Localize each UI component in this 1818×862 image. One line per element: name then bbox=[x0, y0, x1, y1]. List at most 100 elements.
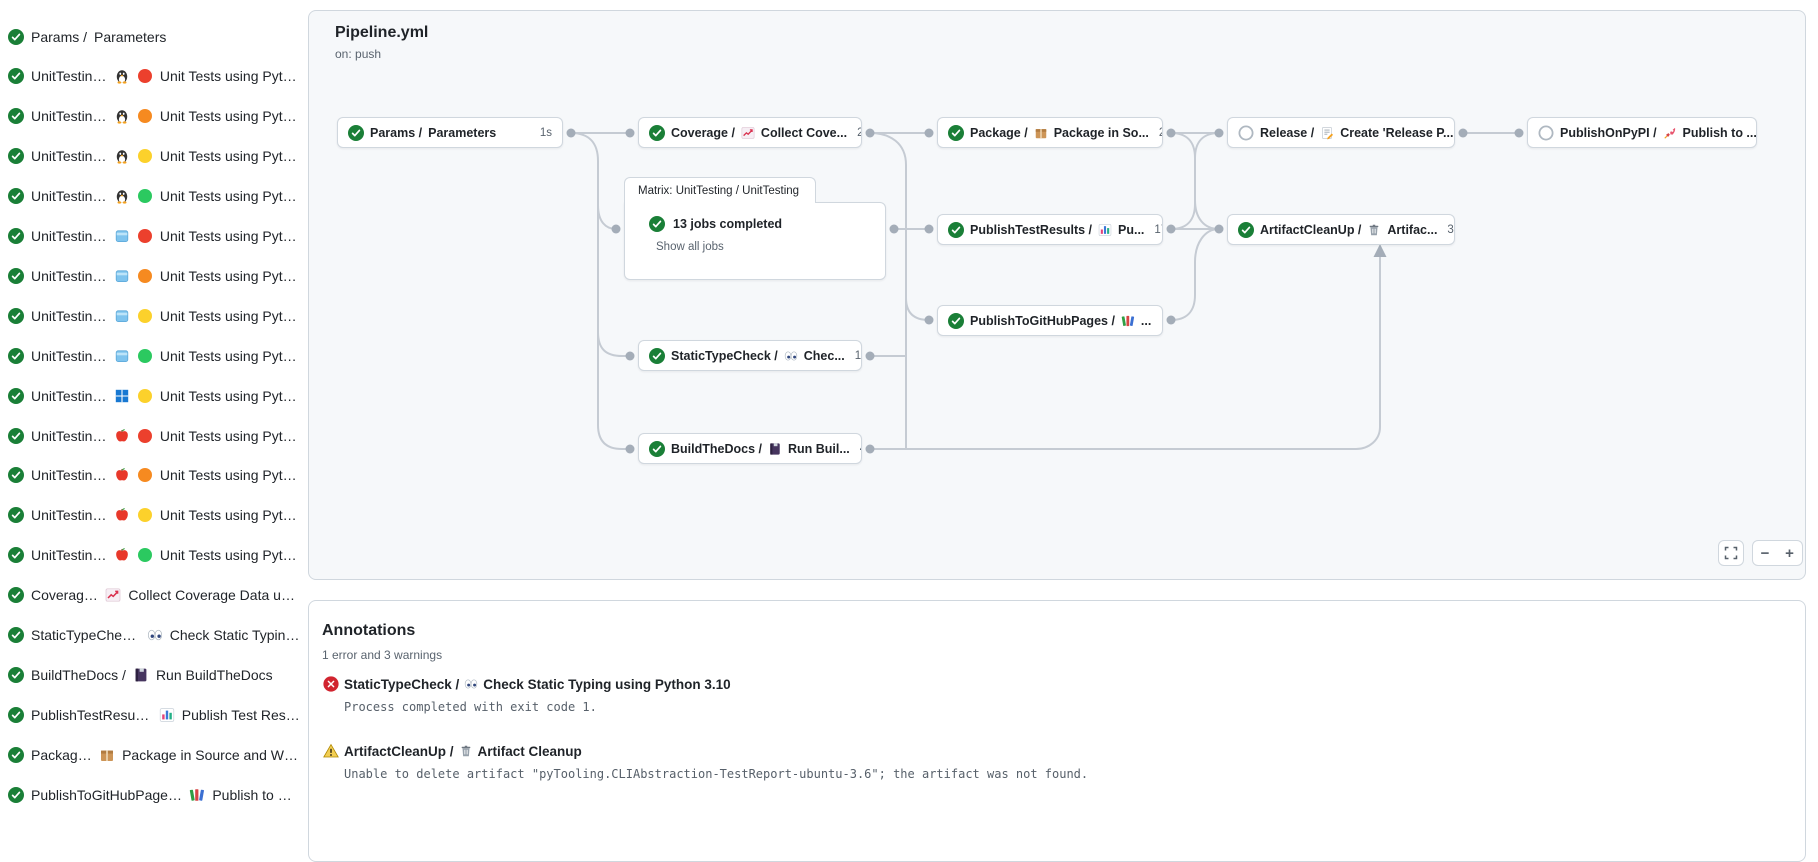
job-node-label: ArtifactCleanUp / bbox=[1260, 223, 1361, 237]
job-step-label: ... bbox=[1141, 314, 1151, 328]
sidebar-job-item[interactable]: UnitTesting /Unit Tests using Pyth... bbox=[8, 504, 300, 526]
sidebar-job-item[interactable]: UnitTesting /Unit Tests using Pyth... bbox=[8, 225, 300, 247]
sidebar-job-item[interactable]: UnitTesting /Unit Tests using Pyth... bbox=[8, 265, 300, 287]
sidebar-job-item[interactable]: UnitTesting /Unit Tests using Pyth... bbox=[8, 544, 300, 566]
sidebar-job-label: UnitTesting / bbox=[31, 68, 107, 84]
annotation-warning: ArtifactCleanUp /Artifact Cleanup Unable … bbox=[323, 743, 1723, 781]
job-duration: 13s bbox=[851, 350, 862, 362]
status-success-icon bbox=[8, 348, 24, 364]
status-success-icon bbox=[948, 222, 964, 238]
dot-yellow-icon bbox=[137, 507, 153, 523]
job-node-label: PublishTestResults / bbox=[970, 223, 1092, 237]
status-success-icon bbox=[8, 428, 24, 444]
status-success-icon bbox=[8, 627, 24, 643]
job-node-coverage[interactable]: Coverage /Collect Cove...25s bbox=[638, 117, 862, 148]
wastebasket-icon bbox=[459, 744, 473, 758]
job-node-release[interactable]: Release /Create 'Release P... bbox=[1227, 117, 1455, 148]
matrix-group[interactable]: 13 jobs completed Show all jobs bbox=[624, 202, 886, 280]
dot-green-icon bbox=[137, 348, 153, 364]
sidebar-job-label: UnitTesting / bbox=[31, 348, 107, 364]
annotation-message: Process completed with exit code 1. bbox=[344, 700, 1723, 714]
job-node-static-type-check[interactable]: StaticTypeCheck /Chec...13s bbox=[638, 340, 862, 371]
annotation-message: Unable to delete artifact "pyTooling.CLI… bbox=[344, 767, 1723, 781]
job-duration: 17s bbox=[1150, 224, 1163, 236]
sidebar-job-item[interactable]: UnitTesting /Unit Tests using Pyth... bbox=[8, 65, 300, 87]
package-icon bbox=[99, 747, 115, 763]
eyes-icon bbox=[464, 677, 478, 691]
notebook-icon bbox=[133, 667, 149, 683]
sidebar-step-label: Unit Tests using Pyth... bbox=[160, 308, 300, 324]
annotation-title-link[interactable]: ArtifactCleanUp /Artifact Cleanup bbox=[323, 743, 1723, 759]
dot-red-icon bbox=[137, 68, 153, 84]
dot-orange-icon bbox=[137, 467, 153, 483]
sidebar-job-item[interactable]: UnitTesting /Unit Tests using Pyth... bbox=[8, 425, 300, 447]
sidebar-job-item[interactable]: BuildTheDocs /Run BuildTheDocs bbox=[8, 664, 300, 686]
sidebar-job-item[interactable]: Coverage /Collect Coverage Data usi... bbox=[8, 584, 300, 606]
status-skipped-icon bbox=[1538, 125, 1554, 141]
sidebar-step-label: Unit Tests using Pyth... bbox=[160, 188, 300, 204]
job-node-publish-on-pypi[interactable]: PublishOnPyPI /Publish to ... bbox=[1527, 117, 1757, 148]
job-node-publish-test-results[interactable]: PublishTestResults / Pu... 17s bbox=[937, 214, 1163, 245]
status-success-icon bbox=[649, 216, 665, 232]
sidebar-step-label: Collect Coverage Data usi... bbox=[128, 587, 300, 603]
linux-icon bbox=[114, 68, 130, 84]
status-success-icon bbox=[8, 787, 24, 803]
sidebar-step-label: Unit Tests using Pyth... bbox=[160, 428, 300, 444]
fullscreen-button[interactable] bbox=[1718, 540, 1744, 566]
sidebar-job-label: UnitTesting / bbox=[31, 388, 107, 404]
status-success-icon bbox=[8, 148, 24, 164]
status-success-icon bbox=[649, 125, 665, 141]
job-node-artifact-cleanup[interactable]: ArtifactCleanUp /Artifac...3s bbox=[1227, 214, 1455, 245]
eyes-icon bbox=[147, 627, 163, 643]
sidebar-job-item[interactable]: UnitTesting /Unit Tests using Pyth... bbox=[8, 345, 300, 367]
job-step-label: Pu... bbox=[1118, 223, 1144, 237]
job-step-label: Run Buil... bbox=[788, 442, 850, 456]
status-success-icon bbox=[8, 547, 24, 563]
zoom-out-button[interactable]: − bbox=[1752, 540, 1778, 566]
status-success-icon bbox=[8, 388, 24, 404]
windows-icon bbox=[114, 388, 130, 404]
sidebar-job-item[interactable]: UnitTesting /Unit Tests using Pyth... bbox=[8, 105, 300, 127]
sidebar-job-item[interactable]: StaticTypeCheck /Check Static Typing... bbox=[8, 624, 300, 646]
show-all-jobs-link[interactable]: Show all jobs bbox=[656, 241, 873, 253]
sidebar-job-item[interactable]: Package /Package in Source and Wh... bbox=[8, 744, 300, 766]
dot-orange-icon bbox=[137, 268, 153, 284]
annotations-summary: 1 error and 3 warnings bbox=[322, 648, 442, 662]
sidebar-job-item[interactable]: Params /Parameters bbox=[8, 26, 300, 48]
ice-cube-icon bbox=[114, 308, 130, 324]
job-node-label: PublishToGitHubPages / bbox=[970, 314, 1115, 328]
annotation-title-link[interactable]: StaticTypeCheck /Check Static Typing usi… bbox=[323, 676, 1723, 692]
job-step-label: Publish to ... bbox=[1683, 126, 1757, 140]
bar-chart-icon bbox=[159, 707, 175, 723]
annotation-title: ArtifactCleanUp /Artifact Cleanup bbox=[344, 744, 582, 759]
sidebar-job-label: UnitTesting / bbox=[31, 467, 107, 483]
job-node-publish-to-github-pages[interactable]: PublishToGitHubPages /...13s bbox=[937, 305, 1163, 336]
sidebar-job-label: Package / bbox=[31, 747, 92, 763]
job-node-label: Release / bbox=[1260, 126, 1314, 140]
job-step-label: Artifac... bbox=[1387, 223, 1437, 237]
sidebar-job-label: UnitTesting / bbox=[31, 547, 107, 563]
job-node-package[interactable]: Package /Package in So...25s bbox=[937, 117, 1163, 148]
job-duration: 47s bbox=[856, 443, 862, 455]
warning-icon bbox=[323, 743, 339, 759]
dot-yellow-icon bbox=[137, 388, 153, 404]
workflow-graph-canvas[interactable] bbox=[308, 10, 1806, 580]
status-success-icon bbox=[8, 268, 24, 284]
job-node-build-the-docs[interactable]: BuildTheDocs /Run Buil...47s bbox=[638, 433, 862, 464]
sidebar-step-label: Parameters bbox=[94, 29, 166, 45]
status-success-icon bbox=[948, 125, 964, 141]
sidebar-job-item[interactable]: UnitTesting /Unit Tests using Pyth... bbox=[8, 385, 300, 407]
sidebar-job-item[interactable]: UnitTesting /Unit Tests using Pyth... bbox=[8, 185, 300, 207]
job-duration: 25s bbox=[1155, 127, 1163, 139]
sidebar-job-label: StaticTypeCheck / bbox=[31, 627, 140, 643]
sidebar-job-item[interactable]: PublishTestResults /Publish Test Resu... bbox=[8, 704, 300, 726]
sidebar-job-item[interactable]: UnitTesting /Unit Tests using Pyth... bbox=[8, 305, 300, 327]
books-icon bbox=[1121, 314, 1135, 328]
zoom-in-button[interactable]: + bbox=[1777, 540, 1803, 566]
sidebar-job-item[interactable]: UnitTesting /Unit Tests using Pyth... bbox=[8, 464, 300, 486]
status-success-icon bbox=[649, 441, 665, 457]
job-node-params[interactable]: Params /Parameters1s bbox=[337, 117, 563, 148]
sidebar-job-item[interactable]: UnitTesting /Unit Tests using Pyth... bbox=[8, 145, 300, 167]
status-success-icon bbox=[8, 467, 24, 483]
sidebar-job-item[interactable]: PublishToGitHubPages /Publish to G... bbox=[8, 784, 300, 806]
